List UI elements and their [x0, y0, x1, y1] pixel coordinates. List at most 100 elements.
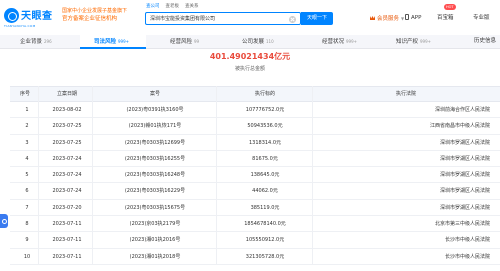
row-case-number: (2023)粤0303执16229号	[124, 188, 186, 195]
row-case-number: (2023)湘01执2016号	[129, 237, 181, 244]
table-row[interactable]: 1 2023-08-02 (2023)粤0391执3160号 107776752.0元…	[10, 102, 500, 119]
row-filing-date: 2023-07-20	[52, 204, 82, 211]
row-index: 9	[25, 237, 29, 244]
column-header-index: 序号	[20, 91, 31, 97]
row-index: 6	[25, 188, 29, 195]
column-divider	[216, 86, 217, 265]
tab-count: 99	[194, 39, 200, 44]
row-execution-amount: 1318314.0元	[248, 139, 282, 146]
row-execution-court: 深圳前海合作区人民法院	[434, 107, 490, 113]
search-tab-company[interactable]: 查公司	[146, 3, 160, 11]
tab-intellectual-property[interactable]: 知识产权 999+	[388, 35, 458, 49]
row-index: 2	[25, 123, 29, 130]
logo-eye-icon	[4, 8, 19, 23]
search-type-tabs: 查公司 查老板 查关系	[146, 3, 199, 11]
row-execution-court: 深圳市罗湖区人民法院	[439, 139, 490, 146]
row-case-number: (2023)粤0303执15675号	[124, 204, 186, 211]
tab-label: 经营风险	[170, 39, 193, 45]
row-filing-date: 2023-07-11	[52, 253, 82, 260]
table-row[interactable]: 9 2023-07-11 (2023)湘01执2016号 105550912.0元 长沙…	[10, 232, 500, 249]
row-index: 10	[23, 253, 31, 260]
column-header-amount: 执行标的	[254, 91, 275, 97]
row-index: 4	[25, 155, 29, 162]
tab-label: 经营状况	[322, 39, 345, 45]
table-row[interactable]: 2 2023-07-25 (2023)赣01执恢171号 50943536.0元 江西省…	[10, 118, 500, 135]
hot-badge: HOT	[444, 4, 456, 10]
search-tab-relation[interactable]: 查关系	[185, 3, 199, 11]
tab-count: 999+	[118, 39, 130, 44]
row-filing-date: 2023-07-24	[52, 155, 82, 162]
table-row[interactable]: 6 2023-07-24 (2023)粤0303执16229号 44062.0元 深圳市…	[10, 183, 500, 200]
row-filing-date: 2023-07-25	[52, 139, 82, 146]
row-execution-court: 深圳市罗湖区人民法院	[439, 172, 490, 179]
member-service-label: 会员服务	[377, 16, 400, 22]
toolbox-label: 百宝箱	[437, 15, 454, 21]
table-row[interactable]: 7 2023-07-20 (2023)粤0303执15675号 385119.0元 深圳…	[10, 200, 500, 217]
table-row[interactable]: 3 2023-07-25 (2023)粤0303执12699号 1318314.0元 深…	[10, 135, 500, 151]
clear-icon[interactable]	[289, 16, 296, 23]
table-row[interactable]: 10 2023-07-11 (2023)湘01执2018号 321305728.0元 长…	[10, 249, 500, 265]
tab-history-info[interactable]: 历史信息	[470, 35, 500, 49]
floating-help-tool[interactable]	[0, 214, 8, 228]
row-index: 7	[25, 204, 29, 211]
row-case-number: (2023)湘01执2018号	[129, 253, 181, 260]
table-header: 序号 立案日期 案号 执行标的 执行法院	[10, 86, 500, 102]
row-execution-court: 深圳市罗湖区人民法院	[439, 155, 490, 162]
row-execution-amount: 321305728.0元	[245, 253, 285, 260]
chevron-down-icon: ▼	[401, 16, 405, 21]
tab-company-development[interactable]: 公司发展 110	[232, 35, 298, 49]
category-tab-bar: 企业背景 296 司法风险 999+ 经营风险 99 公司发展 110 经营状况 999+…	[0, 35, 500, 49]
tab-label: 企业背景	[20, 39, 43, 45]
search-button[interactable]: 天眼一下	[301, 12, 333, 25]
table-row[interactable]: 5 2023-07-24 (2023)粤0303执16248号 138645.0元 深圳…	[10, 167, 500, 184]
tab-count: 999+	[420, 39, 432, 44]
row-filing-date: 2023-07-11	[52, 237, 82, 244]
row-execution-court: 长沙市中级人民法院	[444, 237, 490, 244]
search-tab-boss[interactable]: 查老板	[166, 3, 180, 11]
toolbox-link[interactable]: 百宝箱	[437, 12, 454, 25]
tab-count: 296	[44, 39, 52, 44]
row-filing-date: 2023-08-02	[52, 107, 82, 113]
logo-text: 天眼查	[21, 11, 53, 22]
logo[interactable]: 天眼查 TIANYANCHA.COM	[4, 7, 53, 28]
row-case-number: (2023)粤0303执12699号	[124, 139, 186, 146]
row-execution-court: 江西省南昌市中级人民法院	[429, 123, 490, 130]
app-label: APP	[411, 15, 422, 21]
row-execution-court: 长沙市中级人民法院	[444, 253, 490, 260]
tab-label: 历史信息	[474, 38, 497, 44]
row-filing-date: 2023-07-24	[52, 172, 82, 179]
tab-operating-risk[interactable]: 经营风险 99	[158, 35, 220, 49]
row-execution-court: 北京市第三中级人民法院	[434, 221, 490, 228]
member-service-menu[interactable]: 会员服务 ▼	[370, 12, 404, 25]
pro-version-label: 专业版	[473, 15, 490, 21]
row-case-number: (2023)京03执2179号	[129, 221, 181, 228]
row-execution-amount: 44062.0元	[252, 188, 278, 195]
column-header-date: 立案日期	[56, 91, 77, 97]
app-download-link[interactable]: APP	[405, 12, 421, 25]
table-body: 1 2023-08-02 (2023)粤0391执3160号 107776752.0元…	[10, 102, 500, 265]
tab-enterprise-background[interactable]: 企业背景 296	[6, 35, 64, 49]
row-execution-amount: 81675.0元	[252, 155, 278, 162]
total-execution-amount: 401.49021434亿元	[209, 52, 291, 61]
table-row[interactable]: 4 2023-07-24 (2023)粤0303执16255号 81675.0元 深圳市…	[10, 151, 500, 168]
row-index: 8	[25, 221, 29, 228]
row-execution-amount: 385119.0元	[250, 204, 280, 211]
row-case-number: (2023)粤0303执16255号	[124, 155, 186, 162]
tab-judicial-risk[interactable]: 司法风险 999+	[80, 35, 146, 49]
row-filing-date: 2023-07-11	[52, 221, 82, 228]
pro-version-link[interactable]: 专业版	[473, 12, 490, 25]
search-input[interactable]: 深圳市宝能投资集团有限公司	[145, 12, 301, 25]
row-index: 3	[25, 139, 29, 146]
row-case-number: (2023)赣01执恢171号	[128, 123, 182, 130]
tab-count: 110	[266, 39, 274, 44]
crown-icon	[370, 16, 375, 20]
row-execution-amount: 105550912.0元	[245, 237, 285, 244]
tab-count: 999+	[346, 39, 358, 44]
phone-icon	[405, 14, 409, 20]
tab-operating-status[interactable]: 经营状况 999+	[312, 35, 382, 49]
row-case-number: (2023)粤0391执3160号	[126, 107, 184, 113]
row-filing-date: 2023-07-25	[52, 123, 82, 130]
table-row[interactable]: 8 2023-07-11 (2023)京03执2179号 1854678140.0元 北…	[10, 216, 500, 233]
execution-table: 序号 立案日期 案号 执行标的 执行法院 1 2023-08-02 (2023)粤0…	[10, 86, 500, 265]
cert-line-2: 官方备案企业征信机构	[62, 16, 118, 22]
